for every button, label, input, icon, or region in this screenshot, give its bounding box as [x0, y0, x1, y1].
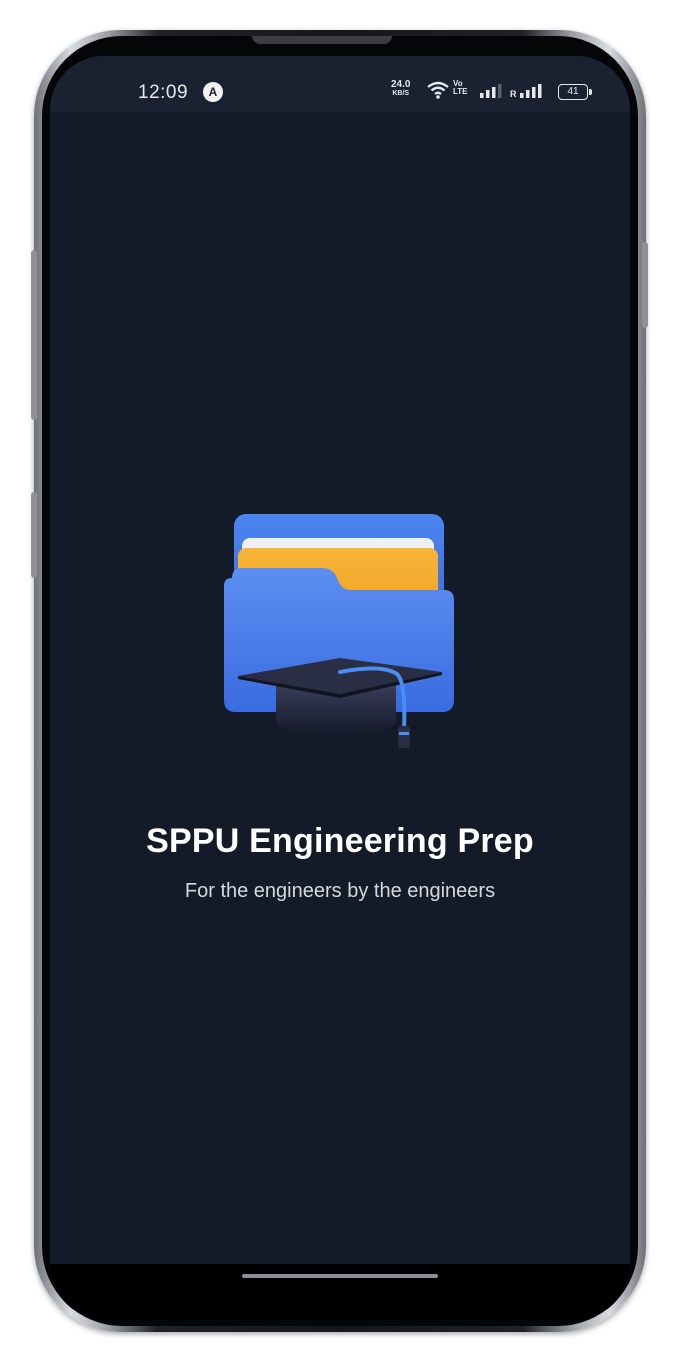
app-title: SPPU Engineering Prep [146, 822, 534, 860]
app-tagline: For the engineers by the engineers [184, 880, 496, 902]
battery-icon: 41 [558, 84, 592, 100]
power-button [642, 242, 648, 328]
app-screen: 12:09 A 24.0 KB/S Vo LTE R 41 SPPU Engin… [50, 56, 630, 1320]
earpiece [252, 36, 392, 44]
navigation-bar [50, 1264, 630, 1320]
notification-icon: A [203, 82, 223, 102]
home-indicator[interactable] [242, 1274, 438, 1278]
volte-icon: Vo LTE [453, 80, 468, 96]
side-button [31, 492, 37, 578]
status-time: 12:09 [138, 82, 189, 103]
volte-bottom: LTE [453, 87, 468, 96]
signal-strength-sim2-icon: R [510, 84, 542, 98]
network-speed-unit: KB/S [392, 90, 410, 97]
volume-button [31, 250, 37, 420]
svg-text:R: R [510, 89, 517, 98]
battery-level: 41 [567, 86, 579, 97]
network-speed-value: 24.0 [391, 79, 411, 90]
signal-strength-sim1-icon [480, 84, 502, 98]
network-speed: 24.0 KB/S [391, 80, 410, 98]
wifi-icon [427, 81, 449, 99]
status-bar: 12:09 A 24.0 KB/S Vo LTE R 41 [50, 56, 630, 112]
folder-with-graduation-cap-icon [224, 514, 454, 748]
